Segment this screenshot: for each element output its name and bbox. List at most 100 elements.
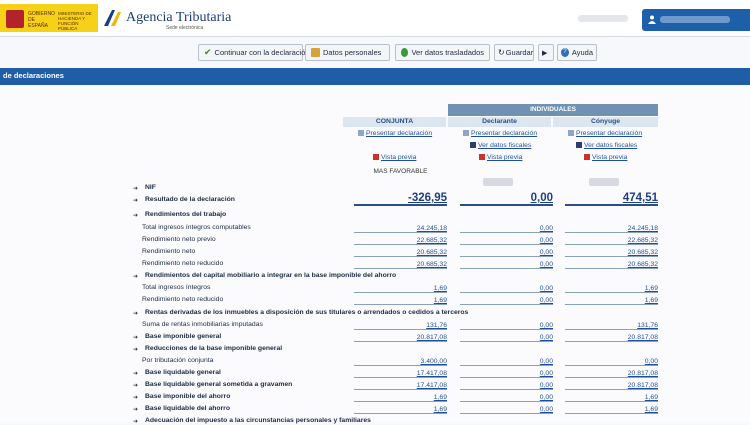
- declarante-value[interactable]: 0,00: [460, 321, 553, 330]
- row-label: Base liquidable del ahorro: [145, 405, 230, 412]
- declarante-value[interactable]: 0,00: [460, 381, 553, 390]
- expand-arrow-icon[interactable]: ➜: [133, 406, 138, 413]
- ver-fiscales-declarante-link[interactable]: Ver datos fiscales: [470, 142, 531, 149]
- conjunta-value[interactable]: 1,69: [354, 393, 447, 402]
- expand-arrow-icon[interactable]: ➜: [133, 273, 138, 280]
- declarante-value[interactable]: 0,00: [460, 393, 553, 402]
- individuales-header: INDIVIDUALES: [448, 104, 658, 116]
- declarante-value[interactable]: 0,00: [460, 296, 553, 305]
- conjunta-value[interactable]: 131,76: [354, 321, 447, 330]
- conjunta-value[interactable]: 22.685,32: [354, 236, 447, 245]
- conyuge-value[interactable]: 1,69: [565, 393, 658, 402]
- conjunta-value[interactable]: 1,69: [354, 405, 447, 414]
- row-label: Rendimientos del trabajo: [145, 211, 227, 218]
- help-label: Ayuda: [571, 48, 593, 57]
- presentar-declarante-link[interactable]: Presentar declaración: [463, 130, 537, 137]
- expand-arrow-icon[interactable]: ➜: [133, 212, 138, 219]
- declarante-value[interactable]: 0,00: [460, 248, 553, 257]
- app-subtitle: Sede electrónica: [166, 25, 204, 31]
- conjunta-value[interactable]: 20.685,32: [354, 248, 447, 257]
- vista-previa-conjunta-link[interactable]: Vista previa: [373, 154, 416, 161]
- conyuge-value[interactable]: 20.817,08: [565, 369, 658, 378]
- conjunta-value[interactable]: 1,69: [354, 296, 447, 305]
- declarante-value[interactable]: 0,00: [460, 260, 553, 269]
- document-icon: [568, 130, 574, 136]
- document-icon: [463, 130, 469, 136]
- conjunta-value[interactable]: 1,69: [354, 284, 447, 293]
- row-label: Suma de rentas inmobiliarias imputadas: [142, 321, 263, 328]
- conyuge-value[interactable]: 1,69: [565, 405, 658, 414]
- blurred-username: [660, 16, 730, 23]
- transferred-data-button[interactable]: Ver datos trasladados: [395, 44, 490, 61]
- row-label: Rentas derivadas de los inmuebles a disp…: [145, 309, 469, 316]
- conyuge-value[interactable]: 20.817,08: [565, 333, 658, 342]
- expand-arrow-icon[interactable]: ➜: [133, 334, 138, 341]
- government-logo: GOBIERNO DE ESPAÑA MINISTERIO DE HACIEND…: [0, 4, 98, 32]
- coat-of-arms-icon: [6, 10, 24, 28]
- mas-favorable-label: MAS FAVORABLE: [373, 168, 428, 175]
- vista-previa-declarante-link[interactable]: Vista previa: [479, 154, 522, 161]
- help-button[interactable]: ? Ayuda: [557, 44, 597, 61]
- conyuge-value[interactable]: 1,69: [565, 296, 658, 305]
- expand-arrow-icon[interactable]: ➜: [133, 197, 138, 204]
- conjunta-value[interactable]: -326,95: [354, 191, 447, 206]
- expand-arrow-icon[interactable]: ➜: [133, 382, 138, 389]
- user-menu-button[interactable]: [642, 9, 750, 31]
- conyuge-value[interactable]: 0,00: [565, 357, 658, 366]
- declarante-value[interactable]: 0,00: [460, 357, 553, 366]
- vista-previa-label: Vista previa: [381, 154, 417, 161]
- document-icon: [358, 130, 364, 136]
- personal-data-label: Datos personales: [323, 48, 382, 57]
- declarante-value[interactable]: 0,00: [460, 369, 553, 378]
- conjunta-value[interactable]: 3.400,00: [354, 357, 447, 366]
- aeat-mark-icon: [104, 10, 121, 26]
- conyuge-value[interactable]: 20.685,32: [565, 248, 658, 257]
- conyuge-value[interactable]: 22.685,32: [565, 236, 658, 245]
- conyuge-value[interactable]: 1,69: [565, 284, 658, 293]
- conjunta-value[interactable]: 17.417,08: [354, 369, 447, 378]
- id-card-icon: [311, 48, 320, 57]
- play-button[interactable]: ▶: [538, 44, 554, 61]
- declarante-value[interactable]: 0,00: [460, 405, 553, 414]
- row-label: Rendimiento neto reducido: [142, 296, 224, 303]
- conyuge-value[interactable]: 20.817,08: [565, 381, 658, 390]
- conyuge-value[interactable]: 24.245,18: [565, 224, 658, 233]
- conyuge-value[interactable]: 131,76: [565, 321, 658, 330]
- checkmark-icon: ✔: [204, 47, 212, 57]
- presentar-conyuge-link[interactable]: Presentar declaración: [568, 130, 642, 137]
- row-label: Total ingresos íntegros computables: [142, 224, 251, 231]
- declarante-value[interactable]: 0,00: [460, 236, 553, 245]
- help-icon: ?: [561, 48, 569, 57]
- expand-arrow-icon[interactable]: ➜: [133, 346, 138, 353]
- declarante-value[interactable]: 0,00: [460, 224, 553, 233]
- expand-arrow-icon[interactable]: ➜: [133, 185, 138, 192]
- personal-data-button[interactable]: Datos personales: [305, 44, 390, 61]
- conjunta-value[interactable]: 20.817,08: [354, 333, 447, 342]
- pdf-icon: [373, 154, 379, 160]
- ver-fiscales-conyuge-link[interactable]: Ver datos fiscales: [576, 142, 637, 149]
- declarante-value[interactable]: 0,00: [460, 284, 553, 293]
- save-icon: ↻: [498, 48, 505, 57]
- row-label: Por tributación conjunta: [142, 357, 214, 364]
- conjunta-value[interactable]: 24.245,18: [354, 224, 447, 233]
- row-label: Resultado de la declaración: [145, 196, 235, 203]
- conyuge-value[interactable]: 474,51: [565, 191, 658, 206]
- pdf-icon: [584, 154, 590, 160]
- continue-declaration-button[interactable]: ✔ Continuar con la declaración: [198, 44, 310, 61]
- expand-arrow-icon[interactable]: ➜: [133, 394, 138, 401]
- presentar-conjunta-link[interactable]: Presentar declaración: [358, 130, 432, 137]
- row-label: Rendimiento neto: [142, 248, 196, 255]
- green-dot-icon: [401, 48, 409, 57]
- vista-previa-conyuge-link[interactable]: Vista previa: [584, 154, 627, 161]
- blurred-nif-conyuge: [589, 178, 619, 186]
- user-icon: [648, 15, 656, 24]
- conjunta-value[interactable]: 20.685,32: [354, 260, 447, 269]
- declarante-value[interactable]: 0,00: [460, 333, 553, 342]
- pdf-icon: [479, 154, 485, 160]
- expand-arrow-icon[interactable]: ➜: [133, 310, 138, 317]
- save-button[interactable]: ↻ Guardar: [494, 44, 534, 61]
- conjunta-value[interactable]: 17.417,08: [354, 381, 447, 390]
- conyuge-value[interactable]: 20.685,32: [565, 260, 658, 269]
- declarante-value[interactable]: 0,00: [460, 191, 553, 206]
- expand-arrow-icon[interactable]: ➜: [133, 370, 138, 377]
